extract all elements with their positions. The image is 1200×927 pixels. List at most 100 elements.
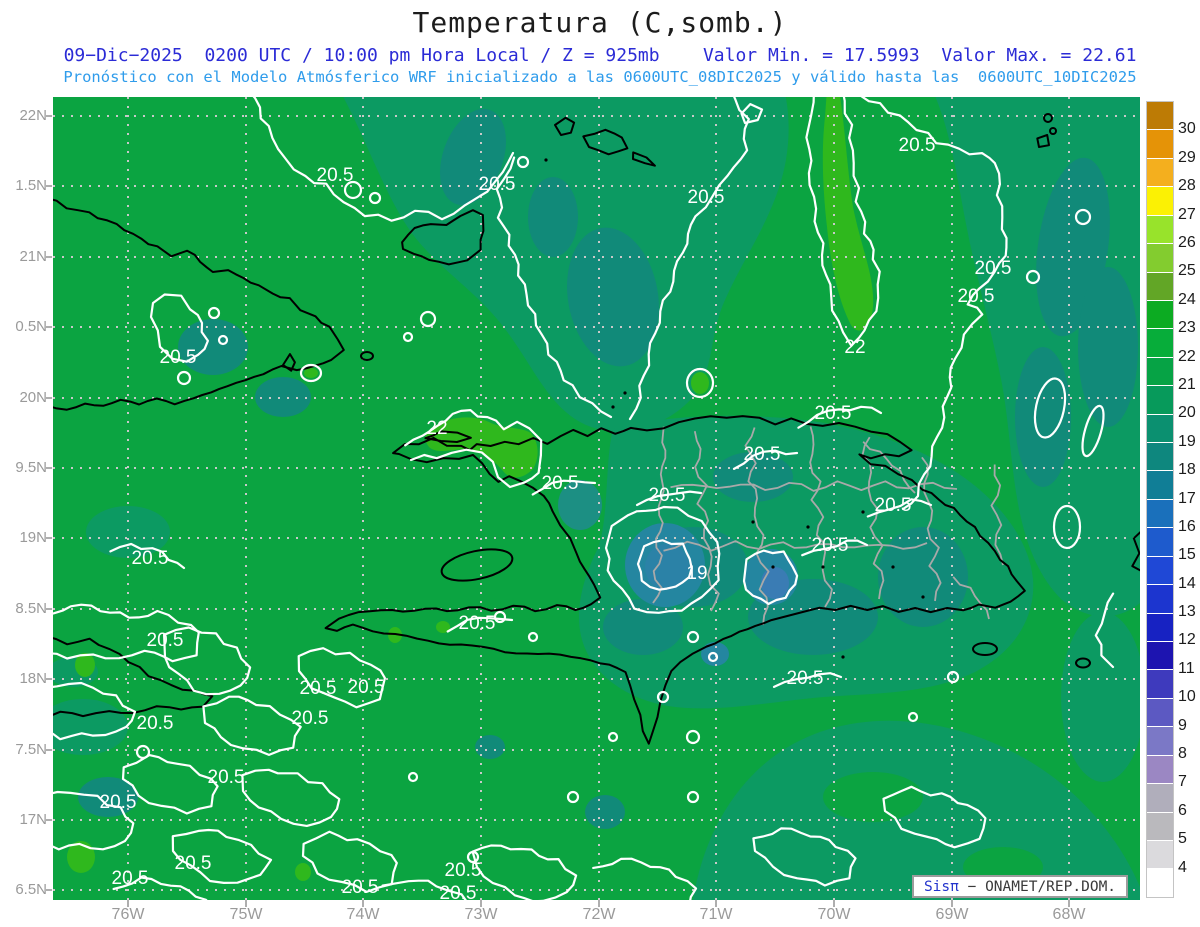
colorbar-cell — [1147, 784, 1173, 813]
colorbar-tick-label: 26 — [1178, 233, 1196, 251]
colorbar-cell — [1147, 187, 1173, 216]
colorbar-tick-label: 6 — [1178, 801, 1187, 819]
contour-value-label: 20.5 — [899, 135, 936, 156]
x-axis-label: 73W — [464, 906, 498, 923]
colorbar-tick-label: 28 — [1178, 177, 1196, 195]
sispi-logo: Sisπ — [923, 878, 959, 895]
y-axis-label: 19N — [19, 529, 47, 546]
y-axis-label: 21N — [19, 248, 47, 265]
contour-value-label: 20.5 — [445, 860, 482, 881]
contour-value-label: 20.5 — [958, 286, 995, 307]
y-axis-label: 8.5N — [15, 600, 47, 617]
y-axis-label: 7.5N — [15, 741, 47, 758]
colorbar-tick-label: 29 — [1178, 148, 1196, 166]
x-axis-label: 72W — [582, 906, 616, 923]
colorbar-cell — [1147, 642, 1173, 671]
colorbar-cell — [1147, 613, 1173, 643]
islet-dot — [751, 520, 755, 524]
islet-dot — [891, 565, 895, 569]
colorbar-tick-label: 23 — [1178, 319, 1196, 337]
colorbar-tick-label: 17 — [1178, 489, 1196, 507]
islet-dot — [921, 595, 925, 599]
islet-dot — [841, 655, 845, 659]
weather-map-page: Temperatura (C,somb.) 09−Dic−2025 0200 U… — [0, 0, 1200, 927]
colorbar-tick-label: 21 — [1178, 375, 1196, 393]
contour-value-label: 20.5 — [208, 767, 245, 788]
x-axis-label: 75W — [229, 906, 263, 923]
x-axis-label: 74W — [346, 906, 380, 923]
y-axis-label: 18N — [19, 670, 47, 687]
colorbar-cell — [1147, 272, 1173, 301]
colorbar-tick-label: 12 — [1178, 631, 1196, 649]
map-canvas: 20.5 20.5 20.5 20.5 20.5 20.5 20.5 22 22 20.5 20.5… — [46, 97, 1140, 907]
islet-dot — [611, 405, 615, 409]
contour-value-label: 20.5 — [175, 853, 212, 874]
contour-value-label: 19 — [686, 563, 707, 584]
y-axis-label: 6.5N — [15, 881, 47, 898]
contour-value-label: 20.5 — [348, 677, 385, 698]
colorbar-tick-label: 25 — [1178, 262, 1196, 280]
x-axis-label: 76W — [111, 906, 145, 923]
colorbar-tick-label: 20 — [1178, 404, 1196, 422]
y-axis-label: 0.5N — [15, 318, 47, 335]
contour-value-label: 20.5 — [975, 258, 1012, 279]
colorbar-tick-label: 19 — [1178, 432, 1196, 450]
colorbar-tick-label: 5 — [1178, 830, 1187, 848]
y-axis-label: 22N — [19, 107, 47, 124]
islet-dot — [544, 158, 548, 162]
colorbar-cell — [1147, 755, 1173, 785]
contour-value-label: 20.5 — [342, 877, 379, 898]
y-axis-label: 17N — [19, 811, 47, 828]
contour-value-label: 20.5 — [459, 613, 496, 634]
colorbar-tick-label: 18 — [1178, 461, 1196, 479]
colorbar-cell — [1147, 329, 1173, 358]
contour-value-label: 22 — [844, 337, 865, 358]
colorbar-tick-label: 15 — [1178, 546, 1196, 564]
colorbar-cell — [1147, 215, 1173, 245]
contour-value-label: 20.5 — [744, 444, 781, 465]
colorbar-tick-label: 27 — [1178, 205, 1196, 223]
temperature-map-svg: 20.5 20.520.520.520.520.520.5 222220.520.5… — [46, 97, 1140, 907]
contour-value-label: 20.5 — [479, 174, 516, 195]
colorbar-tick-label: 9 — [1178, 716, 1187, 734]
colorbar — [1146, 101, 1174, 898]
x-axis-label: 71W — [699, 906, 733, 923]
colorbar-tick-label: 14 — [1178, 574, 1196, 592]
colorbar-tick-label: 4 — [1178, 858, 1187, 876]
islet-dot — [771, 565, 775, 569]
colorbar-cell — [1147, 499, 1173, 529]
watermark-separator: − — [958, 878, 986, 895]
colorbar-tick-label: 7 — [1178, 773, 1187, 791]
contour-value-label: 20.5 — [112, 868, 149, 889]
contour-value-label: 20.5 — [815, 403, 852, 424]
contour-value-label: 20.5 — [147, 630, 184, 651]
islet-dot — [806, 525, 810, 529]
colorbar-cell — [1147, 386, 1173, 415]
colorbar-cell — [1147, 840, 1173, 870]
colorbar-tick-label: 30 — [1178, 120, 1196, 138]
colorbar-tick-label: 13 — [1178, 603, 1196, 621]
temperature-contour-speckle — [288, 912, 298, 922]
colorbar-cell — [1147, 670, 1173, 699]
colorbar-tick-label: 24 — [1178, 290, 1196, 308]
forecast-valid-time-line: 09−Dic−2025 0200 UTC / 10:00 pm Hora Loc… — [63, 45, 1137, 66]
contour-value-label: 20.5 — [787, 668, 824, 689]
model-init-line: Pronóstico con el Modelo Atmósferico WRF… — [63, 68, 1137, 86]
colorbar-tick-label: 16 — [1178, 517, 1196, 535]
contour-value-label: 20.5 — [440, 883, 477, 904]
colorbar-cell — [1147, 471, 1173, 500]
islet-dot — [861, 510, 865, 514]
contour-value-label: 20.5 — [812, 535, 849, 556]
colorbar-cell — [1147, 414, 1173, 444]
colorbar-tick-label: 22 — [1178, 347, 1196, 365]
colorbar-cell — [1147, 244, 1173, 273]
colorbar-cell — [1147, 585, 1173, 614]
page-title: Temperatura (C,somb.) — [412, 6, 788, 39]
y-axis-label: 9.5N — [15, 459, 47, 476]
islet-dot — [821, 565, 825, 569]
colorbar-cell — [1147, 698, 1173, 728]
contour-value-label: 20.5 — [688, 187, 725, 208]
x-axis-label: 70W — [817, 906, 851, 923]
contour-value-label: 20.5 — [649, 485, 686, 506]
x-axis-label: 68W — [1052, 906, 1086, 923]
